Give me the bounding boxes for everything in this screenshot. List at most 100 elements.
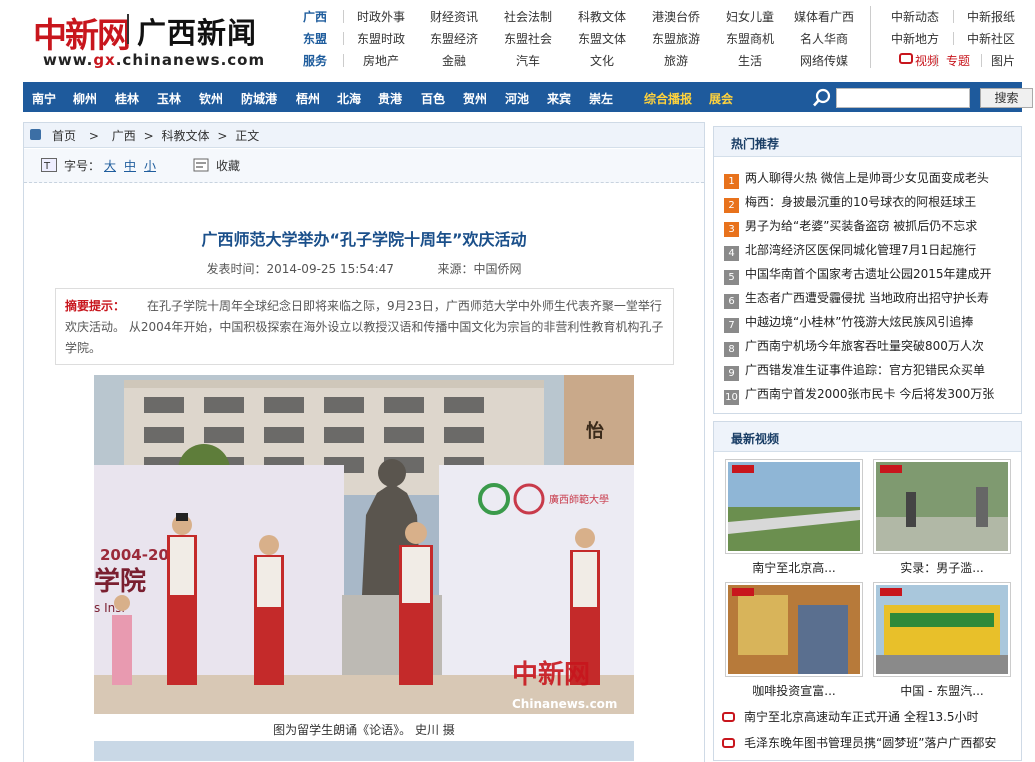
hot-item[interactable]: 7 中越边境“小桂林”竹筏游大炫民族风引追捧 [724, 313, 1014, 337]
rank-badge: 8 [724, 342, 739, 357]
hot-item[interactable]: 2 梅西：身披最沉重的10号球衣的阿根廷球王 [724, 193, 1014, 217]
nav-city[interactable]: 防城港 [241, 90, 277, 107]
special-link[interactable]: 专题 [938, 52, 978, 69]
topnav-link[interactable]: 社会法制 [498, 8, 558, 25]
video-news-link[interactable]: 南宁至北京高速动车正式开通 全程13.5小时 [722, 708, 1017, 728]
video-thumb[interactable] [725, 459, 863, 554]
picture-link[interactable]: 图片 [983, 52, 1023, 69]
topnav-link[interactable]: 东盟商机 [720, 30, 780, 47]
video-card[interactable]: 中国 - 东盟汽... [873, 582, 1011, 702]
nav-city[interactable]: 梧州 [296, 90, 320, 107]
topnav-region-guangxi[interactable]: 广西 [295, 8, 335, 25]
video-icon [722, 738, 735, 748]
topnav-link[interactable]: 东盟社会 [498, 30, 558, 47]
font-size-medium[interactable]: 中 [124, 157, 136, 174]
video-news-link[interactable]: 毛泽东晚年图书管理员携“圆梦班”落户广西都安 [722, 734, 1017, 754]
article-panel: 首页 > 广西 > 科教文体 > 正文 T 字号： 大 中 小 收藏 广西师范大… [23, 122, 705, 762]
topnav-link[interactable]: 妇女儿童 [720, 8, 780, 25]
article-summary: 摘要提示： 在孔子学院十周年全球纪念日即将来临之际，9月23日，广西师范大学中外师… [55, 288, 674, 365]
hot-item[interactable]: 4 北部湾经济区医保同城化管理7月1日起施行 [724, 241, 1014, 265]
nav-broadcast[interactable]: 综合播报 [644, 90, 692, 107]
video-thumb[interactable] [873, 459, 1011, 554]
topnav-link[interactable]: 汽车 [498, 52, 558, 69]
video-card[interactable]: 咖啡投资宣富... [725, 582, 863, 702]
topnav-link[interactable]: 生活 [720, 52, 780, 69]
nav-city[interactable]: 北海 [337, 90, 361, 107]
nav-city[interactable]: 桂林 [115, 90, 139, 107]
topnav-link[interactable]: 东盟文体 [572, 30, 632, 47]
topnav-link[interactable]: 房地产 [351, 52, 411, 69]
nav-city[interactable]: 百色 [421, 90, 445, 107]
topnav-sep [343, 54, 344, 67]
topnav-region-service[interactable]: 服务 [295, 52, 335, 69]
breadcrumb-guangxi[interactable]: 广西 [112, 129, 136, 143]
topnav-link[interactable]: 时政外事 [351, 8, 411, 25]
topnav-link[interactable]: 东盟旅游 [646, 30, 706, 47]
video-icon [899, 53, 913, 64]
logo-domain: www.gx.chinanews.com [43, 51, 266, 69]
topnav-link[interactable]: 财经资讯 [424, 8, 484, 25]
video-caption[interactable]: 中国 - 东盟汽... [873, 682, 1011, 699]
video-caption[interactable]: 实录：男子滥... [873, 559, 1011, 576]
video-caption[interactable]: 南宁至北京高... [725, 559, 863, 576]
nav-city[interactable]: 河池 [505, 90, 529, 107]
video-caption[interactable]: 咖啡投资宣富... [725, 682, 863, 699]
hot-item[interactable]: 1 两人聊得火热 微信上是帅哥少女见面变成老头 [724, 169, 1014, 193]
search-button[interactable]: 搜索 [980, 88, 1033, 108]
font-size-small[interactable]: 小 [144, 157, 156, 174]
hot-item-text: 中越边境“小桂林”竹筏游大炫民族风引追捧 [745, 315, 974, 329]
topnav-region-asean[interactable]: 东盟 [295, 30, 335, 47]
hot-item[interactable]: 3 男子为给“老婆”买装备盗窃 被抓后仍不忘求 [724, 217, 1014, 241]
topnav-link[interactable]: 网络传媒 [794, 52, 854, 69]
video-thumb[interactable] [725, 582, 863, 677]
nav-city[interactable]: 贵港 [378, 90, 402, 107]
rightnav-link[interactable]: 中新动态 [878, 8, 952, 25]
topnav-link[interactable]: 名人华商 [794, 30, 854, 47]
topnav-link[interactable]: 文化 [572, 52, 632, 69]
nav-city[interactable]: 崇左 [589, 90, 613, 107]
collect-button[interactable]: 收藏 [216, 157, 240, 174]
summary-text: 在孔子学院十周年全球纪念日即将来临之际，9月23日，广西师范大学中外师生代表齐聚… [65, 299, 664, 355]
site-logo[interactable]: 中新网 广西新闻 www.gx.chinanews.com [33, 6, 273, 72]
topnav-link[interactable]: 东盟经济 [424, 30, 484, 47]
rightnav-link[interactable]: 中新地方 [878, 30, 952, 47]
hot-item-text: 广西错发准生证事件追踪：官方犯错民众买单 [745, 363, 986, 377]
rank-badge: 1 [724, 174, 739, 189]
topnav-link[interactable]: 东盟时政 [351, 30, 411, 47]
topnav-link[interactable]: 金融 [424, 52, 484, 69]
search-icon[interactable] [812, 88, 832, 108]
rank-badge: 2 [724, 198, 739, 213]
video-link[interactable]: 视频 [882, 52, 939, 68]
nav-city[interactable]: 南宁 [32, 90, 56, 107]
topnav-link[interactable]: 科教文体 [572, 8, 632, 25]
rightnav-link[interactable]: 中新报纸 [954, 8, 1028, 25]
article-title: 广西师范大学举办“孔子学院十周年”欢庆活动 [201, 230, 527, 249]
hot-item[interactable]: 5 中国华南首个国家考古遗址公园2015年建成开 [724, 265, 1014, 289]
topnav-link[interactable]: 港澳台侨 [646, 8, 706, 25]
nav-city[interactable]: 钦州 [199, 90, 223, 107]
video-thumb[interactable] [873, 582, 1011, 677]
nav-city[interactable]: 玉林 [157, 90, 181, 107]
rightnav-link[interactable]: 中新社区 [954, 30, 1028, 47]
topnav-sep [343, 32, 344, 45]
hot-item-text: 男子为给“老婆”买装备盗窃 被抓后仍不忘求 [745, 219, 978, 233]
hot-item[interactable]: 9 广西错发准生证事件追踪：官方犯错民众买单 [724, 361, 1014, 385]
topnav-link[interactable]: 媒体看广西 [787, 8, 861, 25]
nav-city[interactable]: 来宾 [547, 90, 571, 107]
bookmark-icon [193, 158, 209, 172]
article-photo-2 [94, 741, 634, 761]
nav-city[interactable]: 柳州 [73, 90, 97, 107]
hot-item[interactable]: 10 广西南宁首发2000张市民卡 今后将发300万张 [724, 385, 1014, 409]
nav-city[interactable]: 贺州 [463, 90, 487, 107]
topnav-link[interactable]: 旅游 [646, 52, 706, 69]
hot-item[interactable]: 6 生态者广西遭受霾侵扰 当地政府出招守护长寿 [724, 289, 1014, 313]
video-card[interactable]: 南宁至北京高... [725, 459, 863, 579]
hot-item[interactable]: 8 广西南宁机场今年旅客吞吐量突破800万人次 [724, 337, 1014, 361]
search-input[interactable] [836, 88, 970, 108]
breadcrumb-category[interactable]: 科教文体 [161, 129, 209, 143]
font-size-big[interactable]: 大 [104, 157, 116, 174]
video-card[interactable]: 实录：男子滥... [873, 459, 1011, 579]
nav-expo[interactable]: 展会 [709, 90, 733, 107]
breadcrumb-home[interactable]: 首页 [52, 129, 76, 143]
video-icon [722, 712, 735, 722]
